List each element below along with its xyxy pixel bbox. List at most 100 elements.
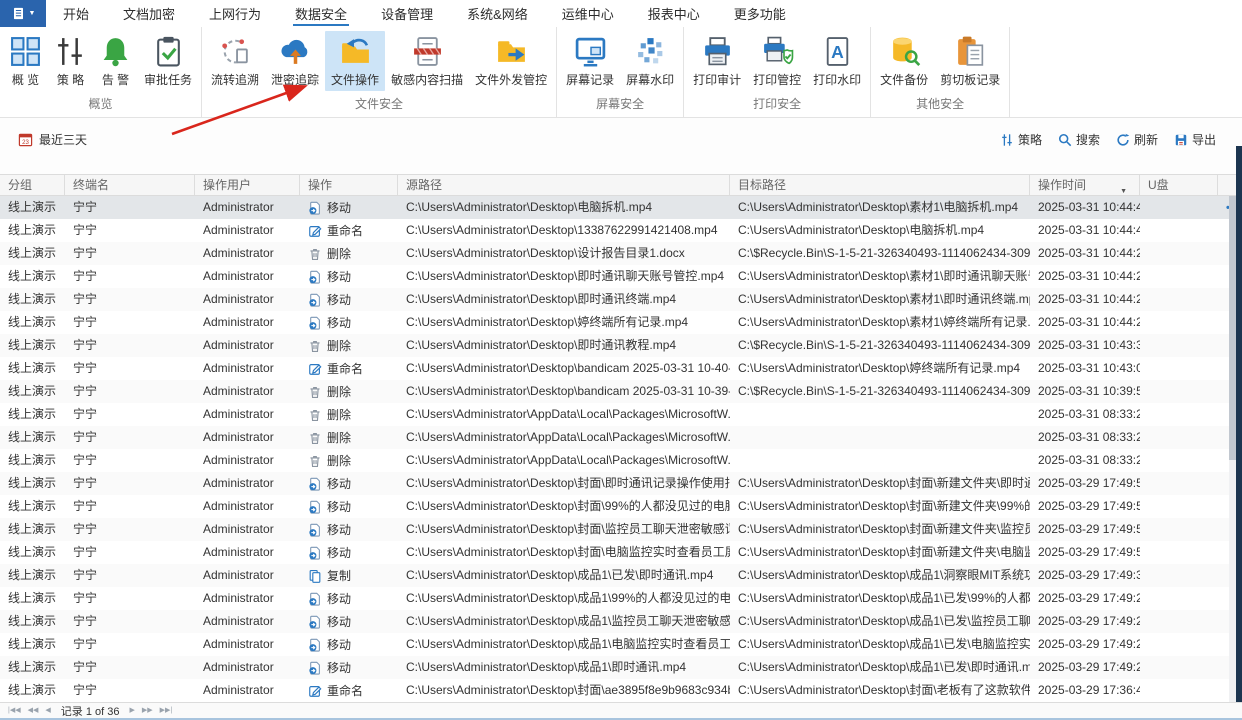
cell-operation-time: 2025-03-31 10:44:43 [1038, 223, 1140, 237]
refresh-label: 刷新 [1133, 133, 1158, 147]
table-row[interactable]: 线上演示 宁宁 Administrator 移动 C:\Users\Administra… [0, 311, 1242, 334]
tab-more-features[interactable]: 更多功能 [717, 0, 803, 27]
column-header-operation[interactable]: 操作 [300, 175, 398, 195]
operation-label: 重命名 [327, 362, 364, 376]
scrollbar-thumb[interactable] [1229, 196, 1236, 460]
table-row[interactable]: 线上演示 宁宁 Administrator 复制 C:\Users\Administra… [0, 564, 1242, 587]
cell-group: 线上演示 [8, 568, 57, 582]
app-menu-button[interactable]: ▼ [0, 0, 46, 27]
column-header-usb[interactable]: U盘 [1140, 175, 1218, 195]
approval-tasks-label: 审批任务 [144, 73, 193, 87]
cell-terminal: 宁宁 [73, 637, 98, 651]
tab-report-center[interactable]: 报表中心 [631, 0, 717, 27]
file-outgoing-button[interactable]: 文件外发管控 [469, 31, 553, 91]
print-audit-button[interactable]: 打印审计 [687, 31, 747, 91]
cell-terminal: 宁宁 [73, 430, 98, 444]
print-watermark-button[interactable]: A 打印水印 [807, 31, 867, 91]
cell-operation-time: 2025-03-29 17:36:44 [1038, 683, 1140, 697]
approval-tasks-button[interactable]: 审批任务 [138, 31, 198, 91]
table-row[interactable]: 线上演示 宁宁 Administrator 删除 C:\Users\Administra… [0, 242, 1242, 265]
content-scan-label: 敏感内容扫描 [391, 73, 464, 87]
table-row[interactable]: 线上演示 宁宁 Administrator 移动 C:\Users\Administra… [0, 587, 1242, 610]
forward-icon[interactable]: ▶▶ [142, 704, 153, 718]
first-page-icon[interactable]: |◀◀ [8, 704, 21, 718]
table-row[interactable]: 线上演示 宁宁 Administrator 移动 C:\Users\Administra… [0, 610, 1242, 633]
tab-start[interactable]: 开始 [46, 0, 106, 27]
cell-usb [1140, 357, 1218, 380]
tab-web-behavior[interactable]: 上网行为 [192, 0, 278, 27]
cell-operator: Administrator [203, 614, 274, 628]
column-header-operation-time[interactable]: 操作时间 ▼ [1030, 175, 1140, 195]
table-row[interactable]: 线上演示 宁宁 Administrator 移动 C:\Users\Administra… [0, 633, 1242, 656]
tab-device-mgmt[interactable]: 设备管理 [364, 0, 450, 27]
cell-target-path: C:\Users\Administrator\Desktop\封面\新建文件夹\… [738, 545, 1030, 559]
table-row[interactable]: 线上演示 宁宁 Administrator 删除 C:\Users\Administra… [0, 449, 1242, 472]
table-row[interactable]: 线上演示 宁宁 Administrator 移动 C:\Users\Administra… [0, 472, 1242, 495]
search-label: 搜索 [1075, 133, 1100, 147]
file-backup-button[interactable]: 文件备份 [874, 31, 934, 91]
move-icon [308, 477, 322, 491]
cell-terminal: 宁宁 [73, 476, 98, 490]
tab-system-network[interactable]: 系统&网络 [450, 0, 545, 27]
next-page-icon[interactable]: ▶ [129, 704, 134, 718]
move-icon [308, 500, 322, 514]
overview-button[interactable]: 概 览 [3, 31, 48, 91]
cell-operation: 复制 [300, 564, 398, 587]
column-header-source-path[interactable]: 源路径 [398, 175, 730, 195]
cell-operation: 移动 [300, 633, 398, 656]
table-row[interactable]: 线上演示 宁宁 Administrator 删除 C:\Users\Administra… [0, 334, 1242, 357]
export-button[interactable]: 导出 [1174, 131, 1216, 148]
table-row[interactable]: 线上演示 宁宁 Administrator 删除 C:\Users\Administra… [0, 403, 1242, 426]
table-row[interactable]: 线上演示 宁宁 Administrator 移动 C:\Users\Administra… [0, 495, 1242, 518]
file-operations-button[interactable]: 文件操作 [325, 31, 386, 91]
filter-actions: 策略 搜索 刷新 导出 [1000, 131, 1216, 148]
export-icon [1174, 133, 1188, 147]
rewind-icon[interactable]: ◀◀ [28, 704, 39, 718]
table-row[interactable]: 线上演示 宁宁 Administrator 移动 C:\Users\Administra… [0, 288, 1242, 311]
leak-trace-button[interactable]: 泄密追踪 [265, 31, 325, 91]
screen-watermark-button[interactable]: 屏幕水印 [620, 31, 680, 91]
column-header-operator[interactable]: 操作用户 [195, 175, 300, 195]
table-row[interactable]: 线上演示 宁宁 Administrator 移动 C:\Users\Administra… [0, 196, 1242, 219]
table-row[interactable]: 线上演示 宁宁 Administrator 移动 C:\Users\Administra… [0, 265, 1242, 288]
date-filter-button[interactable]: 23 最近三天 [18, 131, 87, 148]
policy-button[interactable]: 策 略 [48, 31, 93, 91]
last-page-icon[interactable]: ▶▶| [160, 704, 173, 718]
screen-record-button[interactable]: 屏幕记录 [560, 31, 620, 91]
prev-page-icon[interactable]: ◀ [45, 704, 50, 718]
print-control-button[interactable]: 打印管控 [747, 31, 807, 91]
table-row[interactable]: 线上演示 宁宁 Administrator 重命名 C:\Users\Administr… [0, 219, 1242, 242]
tab-doc-encrypt[interactable]: 文档加密 [106, 0, 192, 27]
refresh-button[interactable]: 刷新 [1116, 131, 1158, 148]
calendar-icon: 23 [18, 132, 33, 147]
table-row[interactable]: 线上演示 宁宁 Administrator 移动 C:\Users\Administra… [0, 541, 1242, 564]
table-row[interactable]: 线上演示 宁宁 Administrator 移动 C:\Users\Administra… [0, 518, 1242, 541]
table-row[interactable]: 线上演示 宁宁 Administrator 重命名 C:\Users\Administr… [0, 357, 1242, 380]
table-row[interactable]: 线上演示 宁宁 Administrator 重命名 C:\Users\Administr… [0, 679, 1242, 702]
cell-target-path [730, 403, 1030, 426]
tab-ops-center[interactable]: 运维中心 [545, 0, 631, 27]
clipboard-record-button[interactable]: 剪切板记录 [934, 31, 1006, 91]
cell-group: 线上演示 [8, 522, 57, 536]
sliders-small-icon [1000, 133, 1014, 147]
alert-button[interactable]: 告 警 [93, 31, 138, 91]
cell-operation: 移动 [300, 518, 398, 541]
table-row[interactable]: 线上演示 宁宁 Administrator 移动 C:\Users\Administra… [0, 656, 1242, 679]
tab-data-security[interactable]: 数据安全 [278, 0, 364, 27]
rename-icon [308, 224, 322, 238]
sort-caret-icon[interactable]: ▼ [1120, 182, 1127, 195]
screen-record-icon [574, 35, 607, 68]
content-scan-button[interactable]: 敏感内容扫描 [385, 31, 469, 91]
policy-button[interactable]: 策略 [1000, 131, 1042, 148]
table-row[interactable]: 线上演示 宁宁 Administrator 删除 C:\Users\Administra… [0, 426, 1242, 449]
search-button[interactable]: 搜索 [1058, 131, 1100, 148]
overview-grid-icon [9, 35, 42, 68]
cell-target-path: C:\Users\Administrator\Desktop\成品1\已发\监控… [738, 614, 1030, 628]
column-header-group[interactable]: 分组 [0, 175, 65, 195]
vertical-scrollbar[interactable] [1229, 196, 1236, 702]
flow-trace-button[interactable]: 流转追溯 [205, 31, 265, 91]
table-row[interactable]: 线上演示 宁宁 Administrator 删除 C:\Users\Administra… [0, 380, 1242, 403]
column-header-terminal[interactable]: 终端名 [65, 175, 195, 195]
pagination-bar: |◀◀ ◀◀ ◀ 记录 1 of 36 ▶ ▶▶ ▶▶| [0, 702, 1242, 720]
column-header-target-path[interactable]: 目标路径 [730, 175, 1030, 195]
